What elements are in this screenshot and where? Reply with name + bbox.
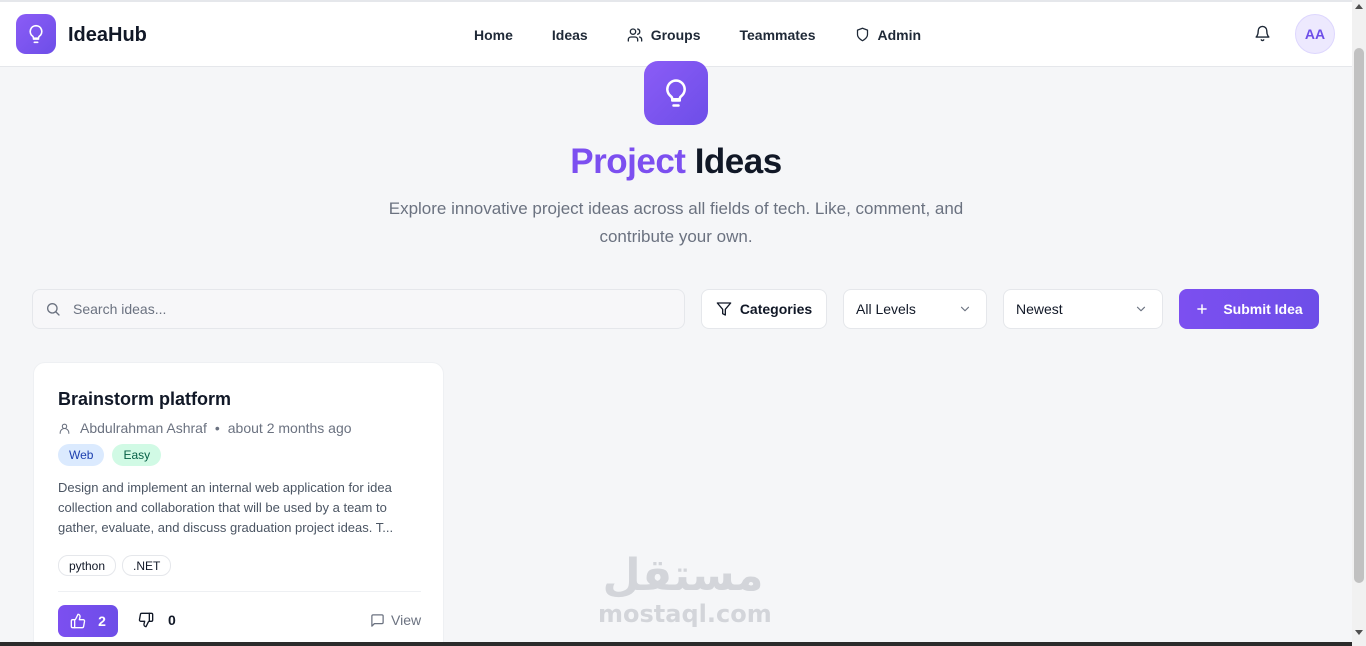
watermark-latin: mostaql.com: [598, 600, 772, 628]
difficulty-badge: Easy: [112, 444, 162, 466]
nav-home[interactable]: Home: [474, 27, 513, 43]
submit-idea-button[interactable]: Submit Idea: [1179, 289, 1319, 329]
thumbs-down-icon: [138, 612, 154, 628]
idea-description: Design and implement an internal web app…: [58, 480, 394, 535]
search-icon: [47, 303, 60, 316]
user-icon: [59, 423, 70, 434]
dislike-count: 0: [168, 612, 176, 628]
search-input[interactable]: [73, 301, 633, 317]
idea-tags: Web Easy: [58, 444, 169, 466]
watermark-arabic: مستقل: [602, 550, 764, 601]
idea-meta: Abdulrahman Ashraf • about 2 months ago: [58, 420, 352, 436]
main-nav: Home Ideas Groups Teammates Admin: [474, 2, 960, 67]
users-icon: [627, 27, 643, 42]
user-avatar[interactable]: AA: [1295, 14, 1335, 54]
tech-badge: .NET: [122, 555, 172, 576]
nav-ideas[interactable]: Ideas: [552, 27, 588, 43]
comment-icon: [371, 613, 384, 627]
notifications-button[interactable]: [1254, 25, 1271, 47]
nav-groups-label: Groups: [650, 26, 701, 43]
lightbulb-icon: [666, 79, 686, 107]
level-select[interactable]: All Levels: [843, 289, 987, 329]
logo[interactable]: [16, 14, 56, 54]
like-button[interactable]: 2: [58, 605, 118, 637]
idea-time: about 2 months ago: [227, 420, 352, 436]
nav-ideas-label: Ideas: [551, 26, 588, 43]
app-header: IdeaHub Home Ideas Groups Teammates Admi…: [0, 2, 1352, 67]
scroll-up-arrow[interactable]: [1355, 4, 1363, 9]
submit-idea-label: Submit Idea: [1223, 301, 1303, 317]
page-title-rest: Ideas: [694, 142, 783, 181]
idea-author: Abdulrahman Ashraf: [80, 420, 207, 436]
view-button[interactable]: View: [370, 612, 421, 628]
nav-admin[interactable]: Admin: [855, 26, 922, 43]
page-title: Project Ideas: [0, 142, 1352, 182]
dislike-button[interactable]: 0: [138, 612, 176, 628]
bell-icon: [1255, 25, 1270, 42]
level-select-value: All Levels: [856, 301, 916, 317]
sort-select-value: Newest: [1016, 301, 1063, 317]
search-bar[interactable]: [32, 289, 685, 329]
brand-name[interactable]: IdeaHub: [68, 24, 147, 47]
tech-badge: python: [58, 555, 117, 576]
scroll-thumb[interactable]: [1354, 48, 1364, 583]
like-count: 2: [98, 613, 106, 629]
nav-teammates[interactable]: Teammates: [740, 27, 816, 43]
scrollbar[interactable]: [1352, 0, 1366, 646]
page-subtitle: Explore innovative project ideas across …: [388, 199, 964, 246]
view-label: View: [391, 612, 422, 628]
meta-separator: •: [214, 420, 220, 436]
categories-button[interactable]: Categories: [701, 289, 827, 329]
nav-admin-label: Admin: [877, 26, 922, 43]
nav-home-label: Home: [474, 26, 513, 43]
category-badge: Web: [58, 444, 105, 466]
thumbs-up-icon: [70, 613, 86, 629]
categories-label: Categories: [739, 301, 813, 317]
idea-card[interactable]: Brainstorm platform Abdulrahman Ashraf •…: [33, 362, 444, 646]
card-divider: [58, 591, 421, 592]
idea-title[interactable]: Brainstorm platform: [58, 389, 231, 410]
filter-icon: [716, 302, 732, 316]
plus-icon: [1197, 304, 1208, 314]
shield-icon: [856, 27, 868, 42]
nav-groups[interactable]: Groups: [627, 27, 701, 43]
watermark: مستقل mostaql.com: [598, 550, 772, 628]
idea-technologies: python .NET: [58, 555, 177, 576]
chevron-down-icon: [1136, 306, 1146, 312]
nav-teammates-label: Teammates: [739, 26, 816, 43]
page-title-accent: Project: [570, 142, 686, 181]
chevron-down-icon: [960, 306, 970, 312]
taskbar-edge: [0, 642, 1352, 646]
lightbulb-icon: [29, 24, 43, 44]
sort-select[interactable]: Newest: [1003, 289, 1163, 329]
hero-logo: [644, 61, 708, 125]
scroll-down-arrow[interactable]: [1355, 630, 1363, 635]
